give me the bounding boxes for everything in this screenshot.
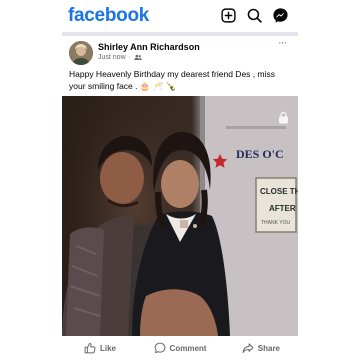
like-button[interactable]: Like: [62, 336, 140, 360]
meta-separator: ·: [128, 54, 131, 61]
top-bar: facebook: [0, 0, 360, 32]
post-actions: Like Comment Share: [62, 336, 298, 360]
post-photo[interactable]: DES O'C CLOSE TH AFTER THANK YOU: [62, 96, 298, 336]
messenger-icon[interactable]: [272, 7, 289, 24]
post-card: Shirley Ann Richardson Just now · ··· Ha…: [62, 36, 298, 360]
post-meta: Just now ·: [98, 54, 142, 61]
like-icon: [84, 343, 96, 354]
friends-icon[interactable]: [134, 54, 142, 61]
share-icon: [242, 343, 254, 353]
like-label: Like: [100, 343, 117, 353]
photo-notice-line: CLOSE TH: [260, 187, 298, 196]
facebook-logo[interactable]: facebook: [68, 5, 149, 27]
search-icon[interactable]: [246, 7, 263, 24]
photo-notice-line: AFTER: [269, 204, 296, 213]
post-author[interactable]: Shirley Ann Richardson: [98, 42, 200, 52]
post-text: Happy Heavenly Birthday my dearest frien…: [69, 69, 275, 91]
add-icon[interactable]: [220, 7, 237, 24]
more-options-icon[interactable]: ···: [278, 38, 292, 49]
post-time[interactable]: Just now: [98, 54, 126, 61]
lock-icon: [278, 111, 289, 124]
photo-sign-text: DES O'C: [236, 147, 284, 161]
photo-notice-line: THANK YOU: [261, 220, 291, 226]
comment-label: Comment: [169, 343, 207, 353]
comment-icon: [154, 342, 165, 353]
share-label: Share: [257, 343, 280, 353]
avatar[interactable]: [69, 41, 93, 65]
comment-button[interactable]: Comment: [140, 336, 220, 360]
share-button[interactable]: Share: [220, 336, 298, 360]
